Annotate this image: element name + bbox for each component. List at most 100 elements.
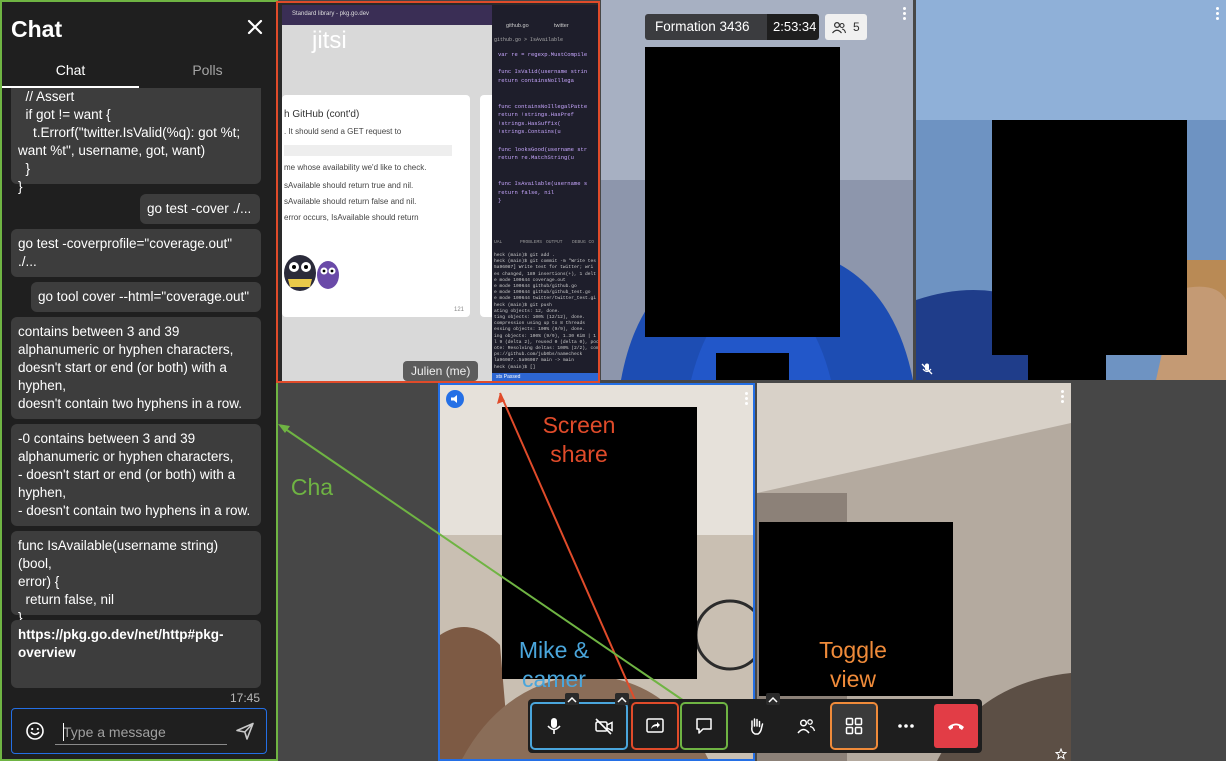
code-line: return containsNoIllega [498, 76, 574, 84]
chat-message-link[interactable]: https://pkg.go.dev/net/http#pkg- overvie… [11, 620, 261, 688]
video-tile-participant[interactable] [916, 0, 1226, 380]
jitsi-meeting-window: Chat Chat Polls // Assert if got != want… [0, 0, 1226, 761]
terminal-line: la96087..5a96087 main -> main [494, 358, 574, 364]
more-options-icon[interactable] [1216, 7, 1220, 21]
slide-code-box [284, 145, 452, 156]
annotation-chat: Cha [290, 474, 334, 500]
chat-message-input[interactable] [55, 719, 227, 745]
code-line: func IsValid(username strin [498, 68, 588, 76]
reactions-caret[interactable] [766, 693, 780, 705]
tab-polls[interactable]: Polls [139, 54, 276, 88]
slide-line: error occurs, IsAvailable should return [284, 213, 419, 222]
raise-hand-icon [751, 718, 764, 735]
more-options-icon[interactable] [1061, 390, 1065, 404]
camera-options-caret[interactable] [615, 693, 629, 705]
dominant-speaker-icon [446, 390, 464, 408]
arrow-head [278, 424, 290, 433]
terminal-line: ting objects: 100% (12/12), done. [494, 315, 585, 320]
screen-share-button[interactable] [631, 702, 679, 750]
terminal-line: heck (main)$ [] [494, 364, 536, 370]
redacted-region [716, 353, 789, 380]
conference-title: Formation 3436 [645, 14, 767, 40]
terminal-line: heck (main)$ git add . [494, 253, 555, 258]
more-options-icon[interactable] [903, 7, 907, 21]
slide-number: 121 [453, 307, 464, 313]
shared-browser: Standard library - pkg.go.dev jitsi h Gi… [282, 5, 494, 381]
microphone-icon [547, 718, 561, 734]
chat-message-local: go test -cover ./... [140, 194, 260, 224]
terminal-line: compression using up to 8 threads [494, 321, 585, 327]
more-options-icon[interactable] [745, 392, 749, 406]
participants-icon [797, 719, 816, 734]
slide-line: sAvailable should return false and nil. [284, 197, 417, 206]
code-line: func looksGood(username str [498, 145, 588, 153]
more-icon [898, 724, 914, 728]
terminal-line: e mode 100644 github/github.go [494, 284, 577, 289]
meeting-toolbar [528, 693, 982, 753]
code-line: return false, nil [498, 188, 555, 196]
participant-name-label: Julien (me) [403, 361, 479, 381]
terminal-tab: OUTPUT [546, 240, 563, 245]
hangup-icon [948, 723, 964, 730]
slide-title: h GitHub (cont'd) [284, 109, 360, 120]
send-icon[interactable] [235, 721, 255, 741]
chat-message-list[interactable]: // Assert if got != want { t.Errorf("twi… [2, 88, 276, 706]
emoji-icon[interactable] [25, 721, 45, 741]
terminal-line: e mode 100644 coverage.out [494, 277, 566, 283]
chat-message-local: go tool cover --html="coverage.out" [31, 282, 261, 312]
chat-message: go test -coverprofile="coverage.out" ./.… [11, 229, 261, 277]
terminal-tab: DEBUG CO [572, 240, 595, 245]
terminal-tab: UAL [494, 240, 503, 245]
video-tile-participant[interactable] [601, 0, 913, 380]
chat-message: func IsAvailable(username string) (bool,… [11, 531, 261, 625]
participant-count-badge[interactable]: 5 [825, 14, 867, 40]
microphone-button[interactable] [532, 704, 576, 748]
gopher-image [284, 249, 340, 293]
chat-button[interactable] [680, 702, 728, 750]
terminal-line: ing objects: 100% (9/9), 1.30 KiB | 1 [494, 333, 596, 339]
raise-hand-button[interactable] [734, 704, 778, 748]
participants-icon [831, 19, 847, 35]
screen-share-tile[interactable]: Standard library - pkg.go.dev jitsi h Gi… [276, 1, 600, 383]
mic-options-caret[interactable] [565, 693, 579, 705]
chat-header: Chat [2, 2, 276, 54]
code-line: var re = regexp.MustCompile [498, 51, 588, 58]
annotation-mike-camera: Mike & camer [518, 637, 590, 692]
terminal-line: e mode 100644 twitter/twitter_test.gi [494, 296, 596, 302]
redacted-region [1028, 355, 1106, 380]
more-actions-button[interactable] [884, 704, 928, 748]
redacted-region [645, 47, 840, 337]
code-line: !strings.HasSuffix( [498, 119, 561, 127]
slide-line: me whose availability we'd like to check… [284, 163, 427, 172]
participants-button[interactable] [784, 704, 828, 748]
browser-tab: Standard library - pkg.go.dev [292, 11, 370, 17]
conference-timer: 2:53:34 [767, 14, 819, 40]
participant-count: 5 [853, 20, 860, 34]
slide-line: . It should send a GET request to [284, 127, 402, 136]
terminal-tab: PROBLEMS [520, 240, 543, 245]
editor-breadcrumb: github.go > IsAvailable [494, 37, 564, 43]
terminal-line: ps://github.com/jub0bs/namecheck [494, 352, 583, 358]
chat-message: // Assert if got != want { t.Errorf("twi… [11, 88, 261, 194]
browser-tab-bar: Standard library - pkg.go.dev [282, 5, 494, 25]
close-icon[interactable] [244, 16, 266, 38]
redacted-region [992, 120, 1187, 355]
chat-title: Chat [11, 16, 63, 42]
code-line: func containsNoIllegalPatte [498, 102, 588, 110]
editor-status-bar: sts Passed [492, 373, 598, 381]
code-line: } [498, 197, 502, 205]
terminal-line: 5a96087] Write test for twitter; wri [494, 265, 594, 271]
camera-off-icon [595, 718, 613, 735]
terminal-line: e mode 100644 github/github_test.go [494, 290, 591, 296]
camera-button[interactable] [582, 704, 626, 748]
chat-icon [696, 718, 712, 734]
hangup-button[interactable] [934, 704, 978, 748]
code-line: return re.MatchString(u [498, 154, 574, 162]
terminal-line: ating objects: 12, done. [494, 308, 561, 314]
tab-chat[interactable]: Chat [2, 54, 139, 88]
star-icon[interactable] [1054, 747, 1068, 760]
tile-view-button[interactable] [830, 702, 878, 750]
editor-tab: twitter [554, 23, 569, 29]
annotation-screen-share: Screen share [542, 412, 616, 467]
terminal-line: essing objects: 100% (9/9), done. [494, 327, 585, 333]
